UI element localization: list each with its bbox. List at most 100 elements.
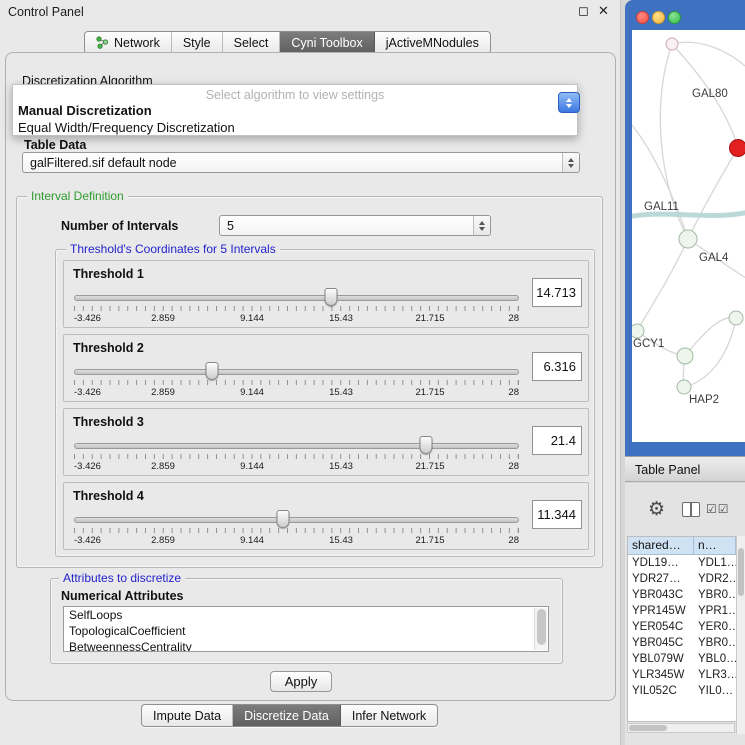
combo-stepper-icon[interactable] [473,216,490,235]
tab-cyni-toolbox[interactable]: Cyni Toolbox [280,32,374,53]
table-cell[interactable]: YER0… [694,619,736,635]
columns-icon[interactable] [682,502,700,517]
table-row[interactable]: YPR145WYPR1… [628,603,736,619]
table-cell[interactable]: YBR0… [694,635,736,651]
network-node-selected[interactable] [729,139,745,157]
tick-label: 21.715 [415,387,444,398]
table-horizontal-scrollbar[interactable] [627,723,735,733]
tab-network[interactable]: Network [85,32,172,53]
slider-thumb[interactable] [277,510,290,528]
table-data-combo[interactable]: galFiltered.sif default node [22,152,580,173]
table-row[interactable]: YLR345WYLR3… [628,667,736,683]
tick-label: -3.426 [74,535,101,546]
algorithm-placeholder: Select algorithm to view settings [13,88,577,102]
tab-discretize-data[interactable]: Discretize Data [233,705,341,726]
slider-track[interactable] [74,295,519,301]
table-row[interactable]: YDR27…YDR2… [628,571,736,587]
close-panel-icon[interactable]: ✕ [598,3,609,19]
list-item[interactable]: SelfLoops [64,607,548,623]
column-header-name[interactable]: n… [694,537,736,555]
minimize-window-button[interactable] [652,11,665,24]
slider-thumb[interactable] [419,436,432,454]
threshold-value-field[interactable]: 21.4 [532,426,582,455]
network-node[interactable] [729,311,744,326]
threshold-slider[interactable]: -3.426 2.859 9.144 15.43 21.715 28 [74,508,519,550]
scrollbar-thumb[interactable] [537,609,546,645]
close-window-button[interactable] [636,11,649,24]
tick-label: -3.426 [74,387,101,398]
bottom-tab-bar: Impute Data Discretize Data Infer Networ… [141,704,438,727]
table-cell[interactable]: YDL19… [628,555,694,571]
tab-select[interactable]: Select [223,32,281,53]
table-row[interactable]: YER054CYER0… [628,619,736,635]
table-cell[interactable]: YDR2… [694,571,736,587]
table-cell[interactable]: YBR0… [694,587,736,603]
apply-button[interactable]: Apply [270,671,332,692]
slider-thumb[interactable] [324,288,337,306]
select-rows-icon[interactable]: ☑☑ [706,502,730,516]
table-row[interactable]: YBR045CYBR0… [628,635,736,651]
numerical-attributes-list[interactable]: SelfLoopsTopologicalCoefficientBetweenne… [63,606,549,652]
threshold-value-field[interactable]: 6.316 [532,352,582,381]
table-cell[interactable]: YLR345W [628,667,694,683]
table-cell[interactable]: YDR27… [628,571,694,587]
table-cell[interactable]: YBL0… [694,651,736,667]
table-row[interactable]: YBL079WYBL0… [628,651,736,667]
algorithm-combo-button[interactable] [558,92,580,113]
table-cell[interactable]: YPR1… [694,603,736,619]
table-cell[interactable]: YIL052C [628,683,694,699]
threshold-slider[interactable]: -3.426 2.859 9.144 15.43 21.715 28 [74,360,519,402]
network-node[interactable] [666,38,679,51]
gear-icon[interactable]: ⚙ [648,500,665,519]
table-cell[interactable]: YIL0… [694,683,736,699]
network-canvas[interactable]: GAL80GAL11GAL4GCY1HAP2 [632,30,745,442]
tab-jactivemnodules[interactable]: jActiveMNodules [375,32,490,53]
node-label: GCY1 [633,338,664,350]
table-cell[interactable]: YER054C [628,619,694,635]
network-node[interactable] [679,230,698,249]
combo-stepper-icon[interactable] [562,153,579,172]
list-scrollbar[interactable] [534,608,547,650]
number-of-intervals-value: 5 [227,219,234,233]
slider-track[interactable] [74,369,519,375]
algorithm-option-equal-width[interactable]: Equal Width/Frequency Discretization [18,120,235,135]
table-cell[interactable]: YLR3… [694,667,736,683]
scrollbar-thumb[interactable] [738,548,744,596]
table-cell[interactable]: YBR045C [628,635,694,651]
network-icon [96,36,109,49]
list-item[interactable]: BetweennessCentrality [64,639,548,652]
threshold-slider[interactable]: -3.426 2.859 9.144 15.43 21.715 28 [74,286,519,328]
algorithm-option-manual[interactable]: Manual Discretization [18,103,152,118]
threshold-value-field[interactable]: 14.713 [532,278,582,307]
slider-track[interactable] [74,517,519,523]
table-cell[interactable]: YBR043C [628,587,694,603]
threshold-label: Threshold 4 [73,489,144,503]
tick-label: 2.859 [151,461,175,472]
tab-infer-network[interactable]: Infer Network [341,705,437,726]
table-cell[interactable]: YDL1… [694,555,736,571]
table-row[interactable]: YBR043CYBR0… [628,587,736,603]
table-cell[interactable]: YPR145W [628,603,694,619]
table-vertical-scrollbar[interactable] [736,536,745,734]
slider-thumb[interactable] [205,362,218,380]
table-row[interactable]: YDL19…YDL1… [628,555,736,571]
slider-ticks [74,454,519,459]
list-item[interactable]: TopologicalCoefficient [64,623,548,639]
float-window-icon[interactable]: ◻ [578,3,589,19]
network-node[interactable] [677,380,692,395]
table-cell[interactable]: YBL079W [628,651,694,667]
scrollbar-thumb[interactable] [629,725,667,731]
network-node[interactable] [677,348,694,365]
threshold-value-field[interactable]: 11.344 [532,500,582,529]
slider-track[interactable] [74,443,519,449]
threshold-panel: Threshold 3 -3.426 2.859 9.144 15.43 21.… [63,408,589,476]
column-header-shared-name[interactable]: shared… [628,537,694,555]
tick-label: 15.43 [329,535,353,546]
table-row[interactable]: YIL052CYIL0… [628,683,736,699]
tab-style[interactable]: Style [172,32,223,53]
number-of-intervals-combo[interactable]: 5 [219,215,491,236]
zoom-window-button[interactable] [668,11,681,24]
tab-impute-data[interactable]: Impute Data [142,705,233,726]
threshold-slider[interactable]: -3.426 2.859 9.144 15.43 21.715 28 [74,434,519,476]
threshold-panel: Threshold 4 -3.426 2.859 9.144 15.43 21.… [63,482,589,550]
